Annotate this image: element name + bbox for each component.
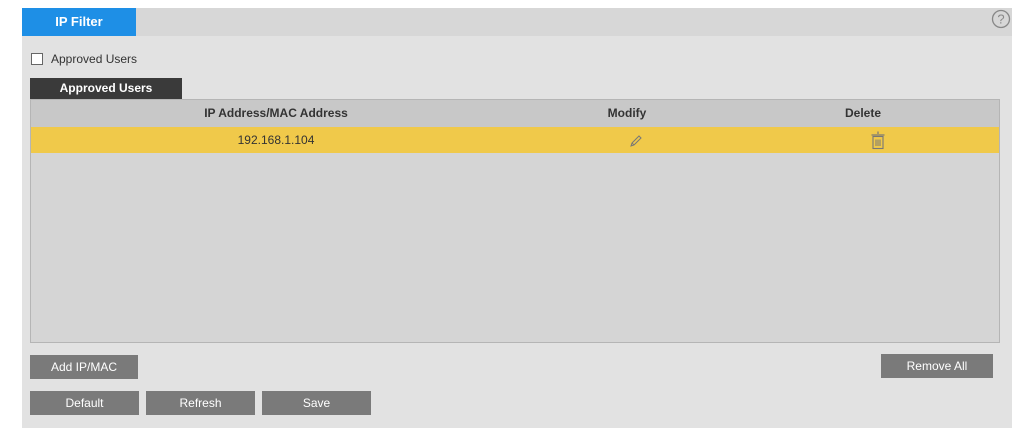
approved-users-toggle: Approved Users [31,51,137,67]
remove-all-button[interactable]: Remove All [881,354,993,378]
tab-strip [22,8,1012,36]
approved-users-tab: Approved Users [30,78,182,99]
approved-users-checkbox-label: Approved Users [51,52,138,66]
approved-users-checkbox[interactable] [31,53,43,65]
row-address: 192.168.1.104 [237,133,315,147]
save-button[interactable]: Save [262,391,371,415]
question-circle-icon[interactable]: ? [991,9,1011,29]
column-header-delete: Delete [844,106,882,120]
pencil-icon[interactable] [629,134,643,148]
table-row[interactable]: 192.168.1.104 [31,127,999,153]
column-header-address: IP Address/MAC Address [204,106,348,120]
tab-ip-filter[interactable]: IP Filter [22,8,136,36]
trash-icon[interactable] [870,131,886,150]
approved-users-table: IP Address/MAC Address Modify Delete 192… [30,99,1000,343]
column-header-modify: Modify [607,106,647,120]
table-header: IP Address/MAC Address Modify Delete [31,100,999,127]
svg-text:?: ? [997,12,1004,27]
refresh-button[interactable]: Refresh [146,391,255,415]
add-ip-mac-button[interactable]: Add IP/MAC [30,355,138,379]
default-button[interactable]: Default [30,391,139,415]
